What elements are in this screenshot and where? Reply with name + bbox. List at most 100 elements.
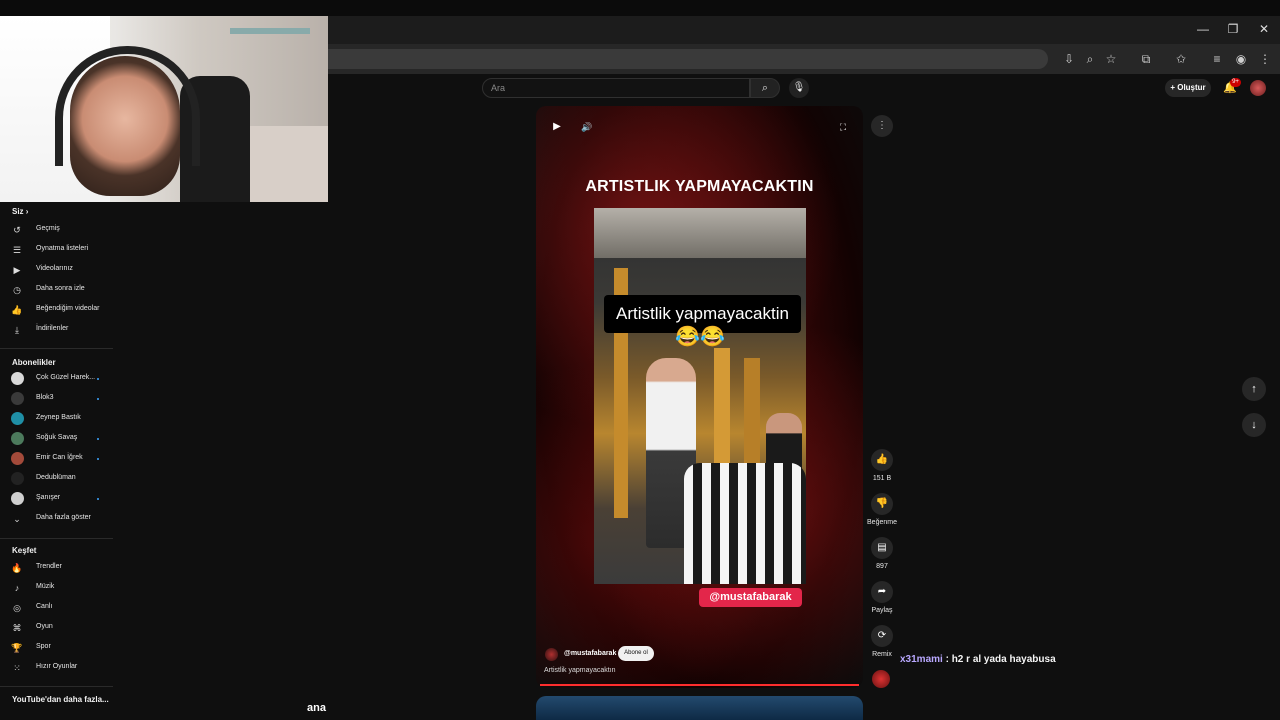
sidebar-item-liked-videos[interactable]: 👍 Beğendiğim videolar (0, 300, 115, 320)
create-button[interactable]: + Oluştur (1165, 79, 1211, 97)
new-content-dot (97, 458, 99, 460)
zoom-icon[interactable]: ⌕ (1081, 50, 1099, 68)
mic-icon: 🎙 (792, 82, 806, 93)
sidebar-item-playlists[interactable]: ☰ Oynatma listeleri (0, 240, 115, 260)
chat-username: x31mami (900, 654, 943, 665)
channel-avatar (11, 452, 24, 465)
subscriptions-section-title: Abonelikler (12, 358, 56, 367)
next-short-button[interactable]: ↓ (1242, 413, 1266, 437)
channel-avatar (11, 472, 24, 485)
more-options-icon[interactable]: ⋮ (871, 115, 893, 137)
like-count: 151 B (872, 475, 892, 482)
video-title-overlay: ARTISTLIK YAPMAYACAKTIN (585, 178, 814, 195)
media-control-icon[interactable]: ≡ (1208, 50, 1226, 68)
sidebar-item-label: Videolarınız (36, 265, 73, 272)
your-videos-icon: ▶ (13, 265, 21, 275)
address-bar[interactable] (328, 49, 1048, 69)
gaming-icon: ⌘ (12, 623, 22, 633)
webcam-shelf (230, 28, 310, 34)
channel-avatar (11, 492, 24, 505)
browser-menu-icon[interactable]: ⋮ (1256, 50, 1274, 68)
sidebar-item-sports[interactable]: 🏆 Spor (0, 638, 115, 658)
profile-icon[interactable]: ◉ (1232, 50, 1250, 68)
clip-ceiling (594, 208, 806, 258)
sidebar-sub-item[interactable]: Soğuk Savaş (0, 429, 115, 449)
volume-icon[interactable]: 🔊 (580, 120, 594, 134)
search-input[interactable]: Ara (482, 78, 750, 98)
sidebar-item-trending[interactable]: 🔥 Trendler (0, 558, 115, 578)
sidebar-sub-item[interactable]: Emir Can İğrek (0, 449, 115, 469)
close-icon[interactable]: ✕ (1249, 20, 1279, 38)
remix-button[interactable]: ⟳ Remix (860, 625, 904, 658)
caption-emoji: 😂😂 (675, 326, 725, 348)
favorites-icon[interactable]: ✩ (1172, 50, 1190, 68)
chat-text: : h2 r al yada hayabusa (942, 654, 1056, 665)
shorts-player[interactable]: ▶ 🔊 ⛶ ARTISTLIK YAPMAYACAKTIN Artistlik … (536, 106, 863, 688)
sidebar-sub-item[interactable]: Çok Güzel Harek... (0, 369, 115, 389)
playables-icon: ⁙ (13, 663, 21, 673)
search-button[interactable]: ⌕ (750, 78, 780, 98)
channel-avatar[interactable] (545, 648, 558, 661)
sidebar-sub-item[interactable]: Blok3 (0, 389, 115, 409)
share-label: Paylaş (871, 607, 893, 614)
sidebar-item-playables[interactable]: ⁙ Hızır Oyunlar (0, 658, 115, 678)
playlist-icon: ☰ (12, 245, 22, 255)
arrow-up-icon: ↑ (1251, 383, 1257, 395)
sidebar-item-gaming[interactable]: ⌘ Oyun (0, 618, 115, 638)
minimize-icon[interactable]: — (1188, 20, 1218, 38)
sidebar-item-label: Soğuk Savaş (36, 434, 78, 441)
sidebar-item-label: Zeynep Bastık (36, 414, 81, 421)
fullscreen-icon[interactable]: ⛶ (836, 120, 850, 134)
sidebar-item-label: Oyun (36, 623, 53, 630)
play-icon[interactable]: ▶ (550, 120, 564, 134)
sidebar-divider (0, 686, 113, 687)
progress-bar[interactable] (540, 684, 859, 686)
voice-search-button[interactable]: 🎙 (789, 78, 809, 98)
tab-strip (328, 16, 1280, 44)
arrow-down-icon: ↓ (1251, 419, 1257, 431)
like-button[interactable]: 👍 151 B (860, 449, 904, 482)
live-icon: ◎ (13, 603, 21, 613)
sidebar-item-downloads[interactable]: ⤓ İndirilenler (0, 320, 115, 340)
sidebar-item-your-videos[interactable]: ▶ Videolarınız (0, 260, 115, 280)
sidebar-item-label: Emir Can İğrek (36, 454, 83, 461)
next-short-preview[interactable] (536, 696, 863, 720)
new-content-dot (97, 378, 99, 380)
remix-icon: ⟳ (871, 625, 893, 647)
thumbs-up-icon: 👍 (871, 449, 893, 471)
sidebar-sub-item[interactable]: Dedublüman (0, 469, 115, 489)
search-icon: ⌕ (761, 82, 769, 94)
channel-avatar (11, 432, 24, 445)
you-section-title[interactable]: Siz › (12, 207, 28, 216)
watch-later-icon: ◷ (13, 285, 21, 295)
show-more-button[interactable]: ⌄ Daha fazla göster (0, 509, 115, 529)
previous-short-button[interactable]: ↑ (1242, 377, 1266, 401)
extensions-icon[interactable]: ⧉ (1137, 50, 1155, 68)
music-icon: ♪ (14, 583, 20, 593)
channel-avatar (11, 392, 24, 405)
sidebar-sub-item[interactable]: Şanışer (0, 489, 115, 509)
sidebar-item-history[interactable]: ↺ Geçmiş (0, 220, 115, 240)
sidebar-item-live[interactable]: ◎ Canlı (0, 598, 115, 618)
sports-icon: 🏆 (11, 643, 23, 653)
bookmark-star-icon[interactable]: ☆ (1102, 50, 1120, 68)
account-avatar[interactable] (1250, 80, 1266, 96)
clip-striped-sofa (684, 463, 806, 584)
sidebar-sub-item[interactable]: Zeynep Bastık (0, 409, 115, 429)
download-icon: ⤓ (15, 325, 19, 335)
sidebar-item-label: Dedublüman (36, 474, 76, 481)
new-content-dot (97, 438, 99, 440)
channel-name[interactable]: @mustafabarak (564, 650, 616, 657)
sidebar-item-label: Spor (36, 643, 51, 650)
comments-button[interactable]: ▤ 897 (860, 537, 904, 570)
dislike-button[interactable]: 👎 Beğenme (860, 493, 904, 526)
restore-icon[interactable]: ❐ (1218, 20, 1248, 38)
install-app-icon[interactable]: ⇩ (1060, 50, 1078, 68)
video-description[interactable]: Artistlik yapmayacaktın (544, 667, 616, 674)
sidebar-item-music[interactable]: ♪ Müzik (0, 578, 115, 598)
sidebar-item-label: Hızır Oyunlar (36, 663, 78, 670)
create-label: Oluştur (1177, 83, 1206, 92)
share-button[interactable]: ➦ Paylaş (860, 581, 904, 614)
sidebar-item-watch-later[interactable]: ◷ Daha sonra izle (0, 280, 115, 300)
subscribe-button[interactable]: Abone ol (618, 646, 654, 661)
